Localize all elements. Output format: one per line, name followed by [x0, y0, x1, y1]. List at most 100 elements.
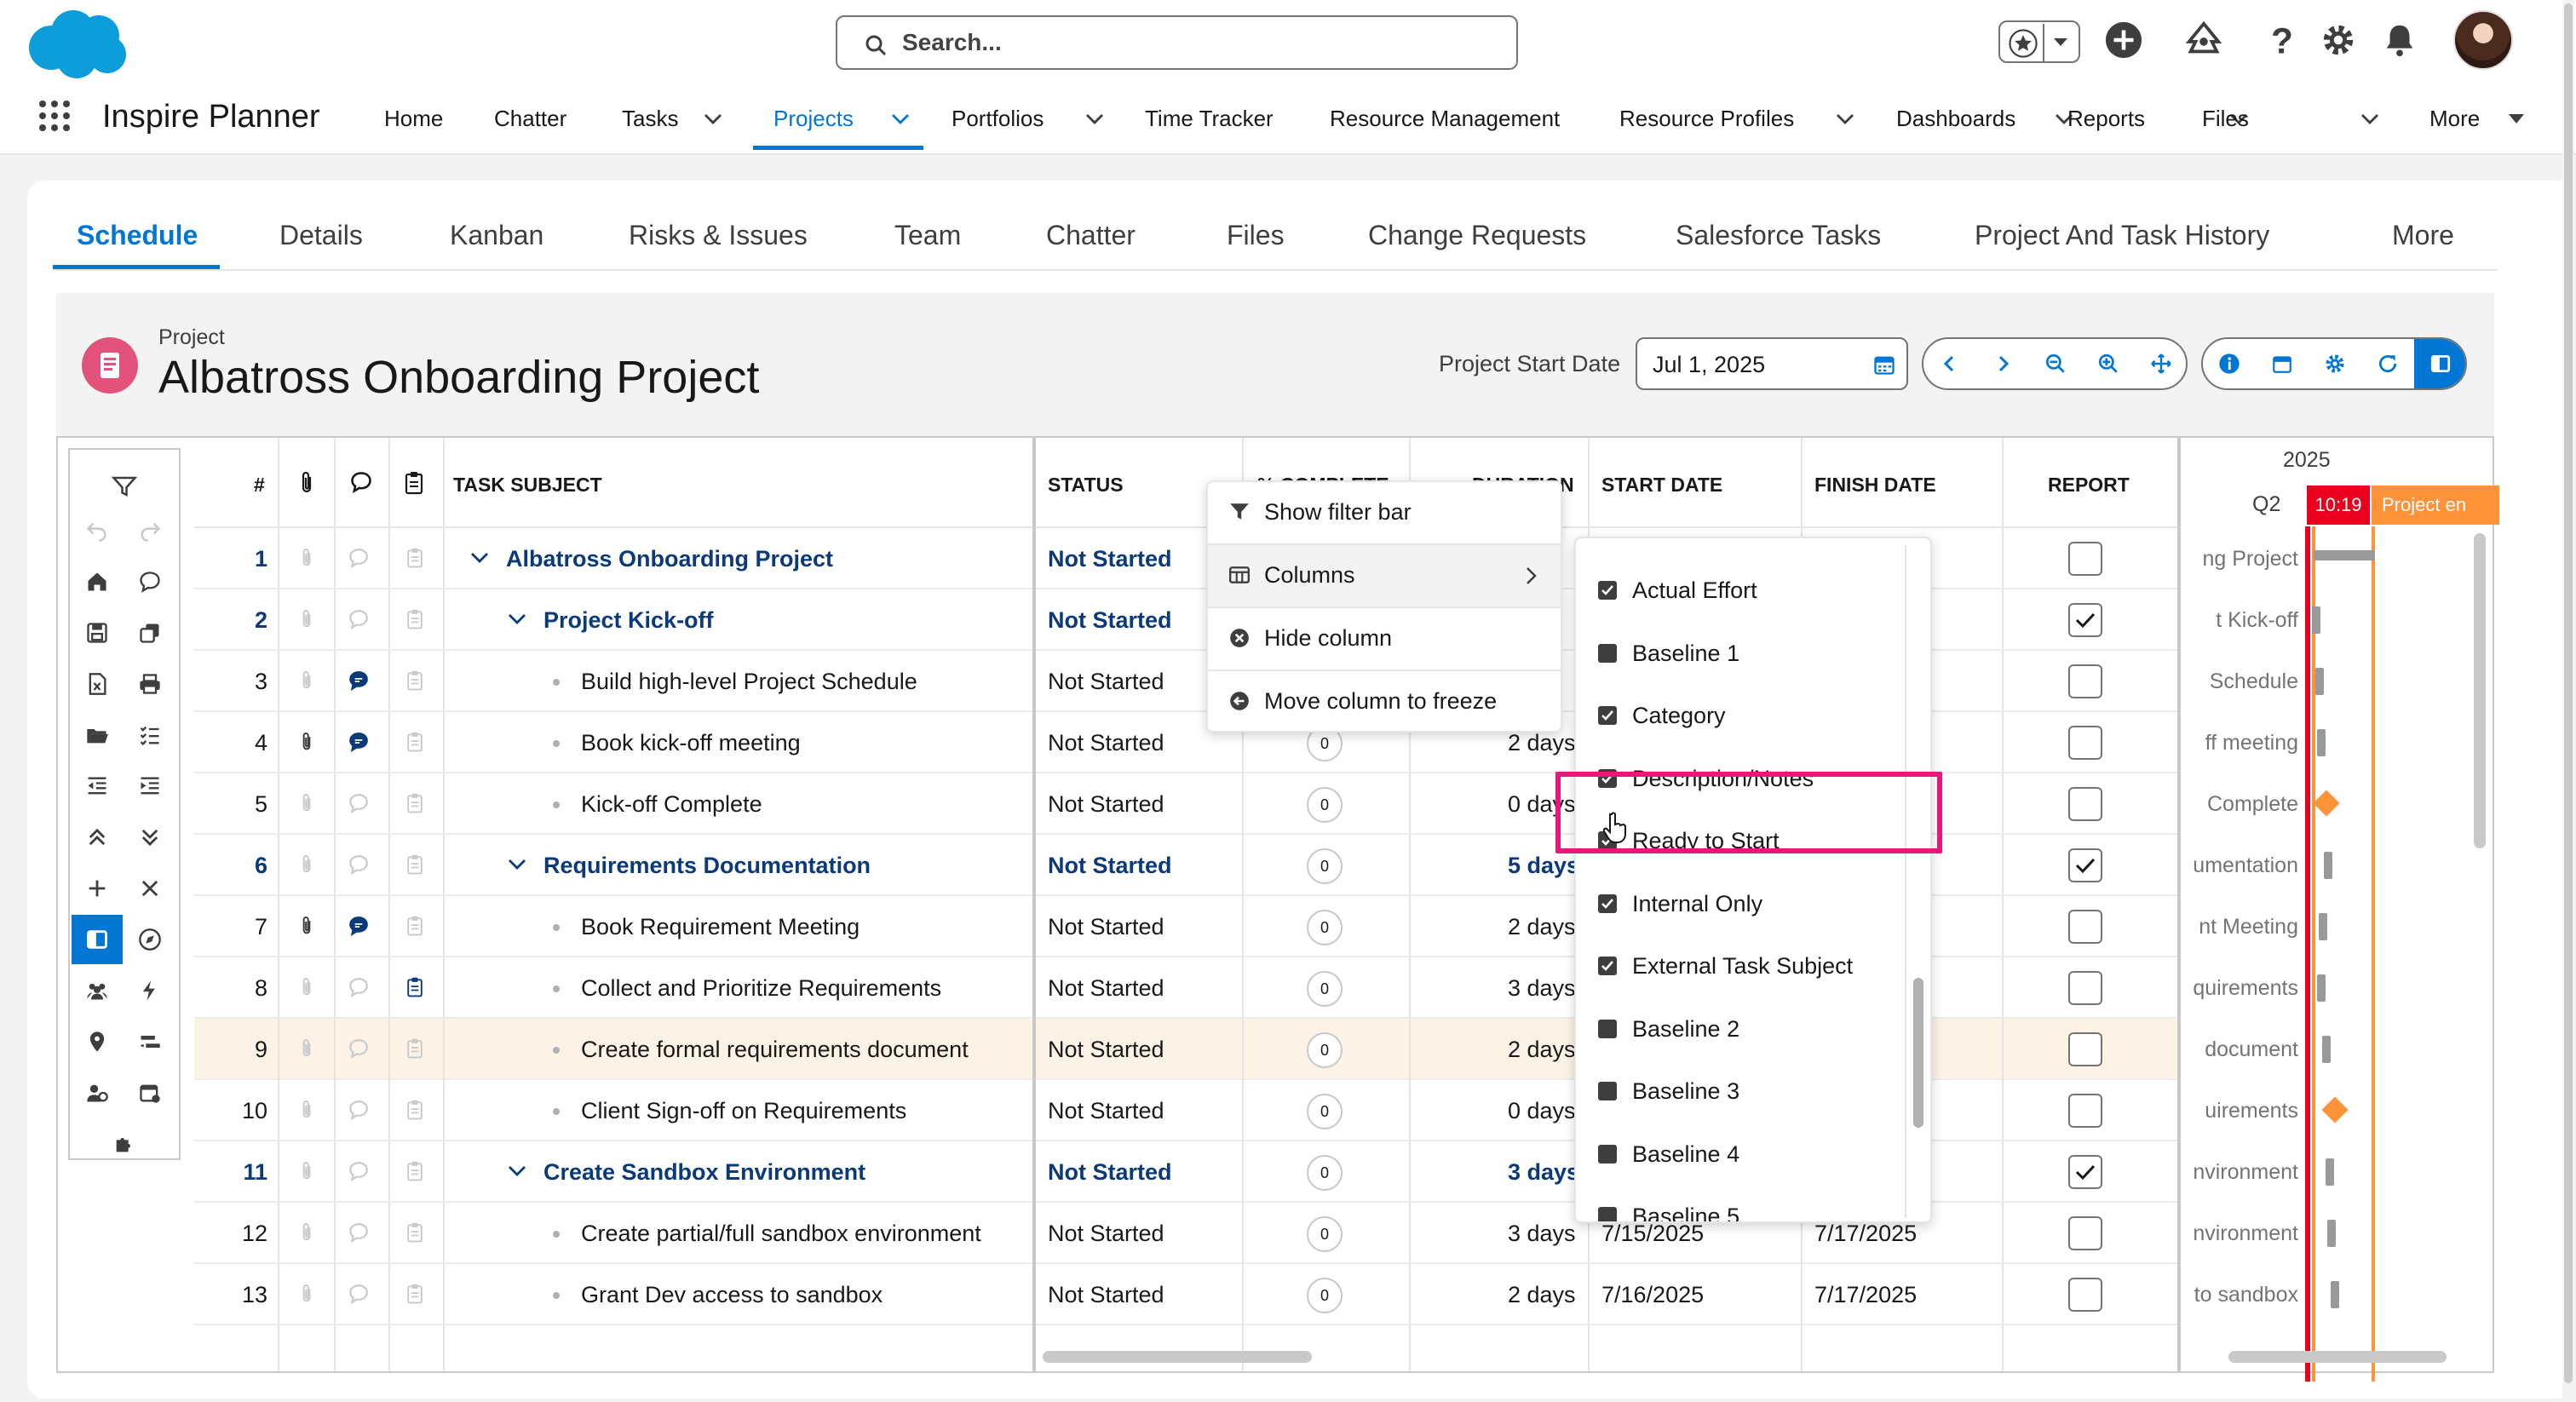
task-status[interactable]: Not Started	[1048, 669, 1164, 695]
paperclip-icon[interactable]	[298, 792, 315, 814]
nav-item-home[interactable]: Home	[384, 106, 443, 132]
percent-complete[interactable]: 0	[1307, 1216, 1343, 1252]
user-avatar[interactable]	[2453, 10, 2513, 70]
percent-complete[interactable]: 0	[1307, 910, 1343, 945]
gantt-task-bar[interactable]	[2326, 1158, 2334, 1186]
task-status[interactable]: Not Started	[1048, 1098, 1164, 1124]
chevron-down-icon[interactable]	[2360, 113, 2379, 125]
unchecked-checkbox[interactable]	[1598, 1082, 1617, 1100]
split-view-icon[interactable]	[72, 915, 123, 964]
tab-team[interactable]: Team	[894, 220, 961, 251]
tab-salesforce-tasks[interactable]: Salesforce Tasks	[1676, 220, 1881, 251]
paperclip-icon[interactable]	[296, 470, 317, 496]
report-checkbox[interactable]	[2068, 1032, 2102, 1066]
move-column-to-freeze-item[interactable]: Move column to freeze	[1208, 671, 1561, 733]
clipboard-icon[interactable]	[405, 608, 424, 630]
column-option-baseline-3[interactable]: Baseline 3	[1576, 1060, 1908, 1123]
task-subject[interactable]: Grant Dev access to sandbox	[581, 1282, 883, 1308]
compass-icon[interactable]	[124, 915, 175, 964]
chevron-down-icon[interactable]	[508, 1165, 526, 1177]
tab-kanban[interactable]: Kanban	[450, 220, 543, 251]
task-subject[interactable]: Create formal requirements document	[581, 1037, 969, 1063]
task-duration[interactable]: 2 days	[1508, 1282, 1576, 1308]
gantt-task-bar[interactable]	[2327, 1220, 2336, 1247]
paperclip-icon[interactable]	[298, 915, 315, 937]
paperclip-icon[interactable]	[298, 1037, 315, 1060]
task-finish-date[interactable]: 7/17/2025	[1814, 1282, 1917, 1308]
paperclip-icon[interactable]	[298, 1099, 315, 1121]
column-option-baseline-2[interactable]: Baseline 2	[1576, 997, 1908, 1060]
report-checkbox[interactable]	[2068, 787, 2102, 821]
tab-change-requests[interactable]: Change Requests	[1368, 220, 1586, 251]
clipboard-icon[interactable]	[404, 470, 424, 496]
nav-item-resource-profiles[interactable]: Resource Profiles	[1619, 106, 1794, 132]
chevron-down-icon[interactable]	[1836, 113, 1854, 125]
outdent-icon[interactable]	[72, 761, 123, 811]
task-duration[interactable]: 3 days	[1508, 975, 1576, 1002]
task-subject[interactable]: Create partial/full sandbox environment	[581, 1221, 981, 1247]
chat-bubble-icon[interactable]	[348, 1037, 370, 1060]
task-status[interactable]: Not Started	[1048, 1221, 1164, 1247]
col-header-task-subject[interactable]: TASK SUBJECT	[453, 474, 602, 497]
checked-checkbox[interactable]	[1598, 893, 1617, 913]
task-status[interactable]: Not Started	[1048, 975, 1164, 1002]
chat-bubble-icon[interactable]	[348, 547, 370, 569]
calendar-settings-icon[interactable]	[124, 1068, 175, 1118]
col-header-finish-date[interactable]: FINISH DATE	[1814, 474, 1936, 497]
gantt-task-bar[interactable]	[2319, 913, 2327, 940]
chevron-down-icon[interactable]	[1085, 113, 1104, 125]
clipboard-icon[interactable]	[405, 1283, 424, 1305]
hide-column-item[interactable]: Hide column	[1208, 608, 1561, 669]
clipboard-icon[interactable]	[405, 1037, 424, 1060]
gantt-task-bar[interactable]	[2315, 668, 2324, 695]
task-status[interactable]: Not Started	[1048, 607, 1172, 634]
percent-complete[interactable]: 0	[1307, 1278, 1343, 1313]
column-option-category[interactable]: Category	[1576, 684, 1908, 747]
nav-item-dashboards[interactable]: Dashboards	[1896, 106, 2015, 132]
delete-icon[interactable]	[124, 864, 175, 913]
percent-complete[interactable]: 0	[1307, 1032, 1343, 1068]
clipboard-icon[interactable]	[405, 1160, 424, 1182]
task-subject[interactable]: Build high-level Project Schedule	[581, 669, 917, 695]
tab-chatter[interactable]: Chatter	[1046, 220, 1136, 251]
gantt-summary-bar[interactable]	[2314, 550, 2375, 560]
nav-item-more[interactable]: More	[2429, 106, 2480, 132]
nav-item-time-tracker[interactable]: Time Tracker	[1145, 106, 1274, 132]
paperclip-icon[interactable]	[298, 853, 315, 876]
nav-item-reports[interactable]: Reports	[2067, 106, 2145, 132]
task-status[interactable]: Not Started	[1048, 1282, 1164, 1308]
chat-bubble-icon[interactable]	[348, 792, 370, 814]
expand-all-icon[interactable]	[124, 813, 175, 862]
notifications-bell-icon[interactable]	[2380, 20, 2419, 60]
star-icon[interactable]	[2009, 29, 2038, 58]
task-status[interactable]: Not Started	[1048, 1159, 1172, 1186]
task-status[interactable]: Not Started	[1048, 1037, 1164, 1063]
col-header-report[interactable]: REPORT	[2048, 474, 2130, 497]
chevron-down-icon[interactable]	[891, 113, 910, 125]
task-subject[interactable]: Book kick-off meeting	[581, 730, 801, 756]
baseline-icon[interactable]	[124, 1017, 175, 1066]
nav-item-tasks[interactable]: Tasks	[622, 106, 678, 132]
chat-bubble-icon[interactable]	[348, 915, 370, 937]
tab-details[interactable]: Details	[279, 220, 363, 251]
task-status[interactable]: Not Started	[1048, 914, 1164, 940]
add-icon[interactable]	[2104, 20, 2143, 60]
percent-complete[interactable]: 0	[1307, 1155, 1343, 1191]
paperclip-icon[interactable]	[298, 976, 315, 998]
clipboard-icon[interactable]	[405, 547, 424, 569]
previous-button[interactable]	[1923, 339, 1976, 388]
task-subject[interactable]: Create Sandbox Environment	[543, 1159, 865, 1186]
help-icon[interactable]: ?	[2263, 20, 2302, 60]
checked-checkbox[interactable]	[1598, 581, 1617, 600]
gantt-task-bar[interactable]	[2317, 729, 2326, 756]
unchecked-checkbox[interactable]	[1598, 1144, 1617, 1164]
percent-complete[interactable]: 0	[1307, 787, 1343, 823]
col-header-number[interactable]: #	[254, 474, 265, 497]
column-option-baseline-1[interactable]: Baseline 1	[1576, 622, 1908, 685]
clipboard-icon[interactable]	[405, 976, 424, 998]
indent-icon[interactable]	[124, 761, 175, 811]
clipboard-icon[interactable]	[405, 731, 424, 753]
report-checkbox[interactable]	[2068, 848, 2102, 882]
open-folder-icon[interactable]	[72, 710, 123, 760]
comment-icon[interactable]	[124, 557, 175, 606]
